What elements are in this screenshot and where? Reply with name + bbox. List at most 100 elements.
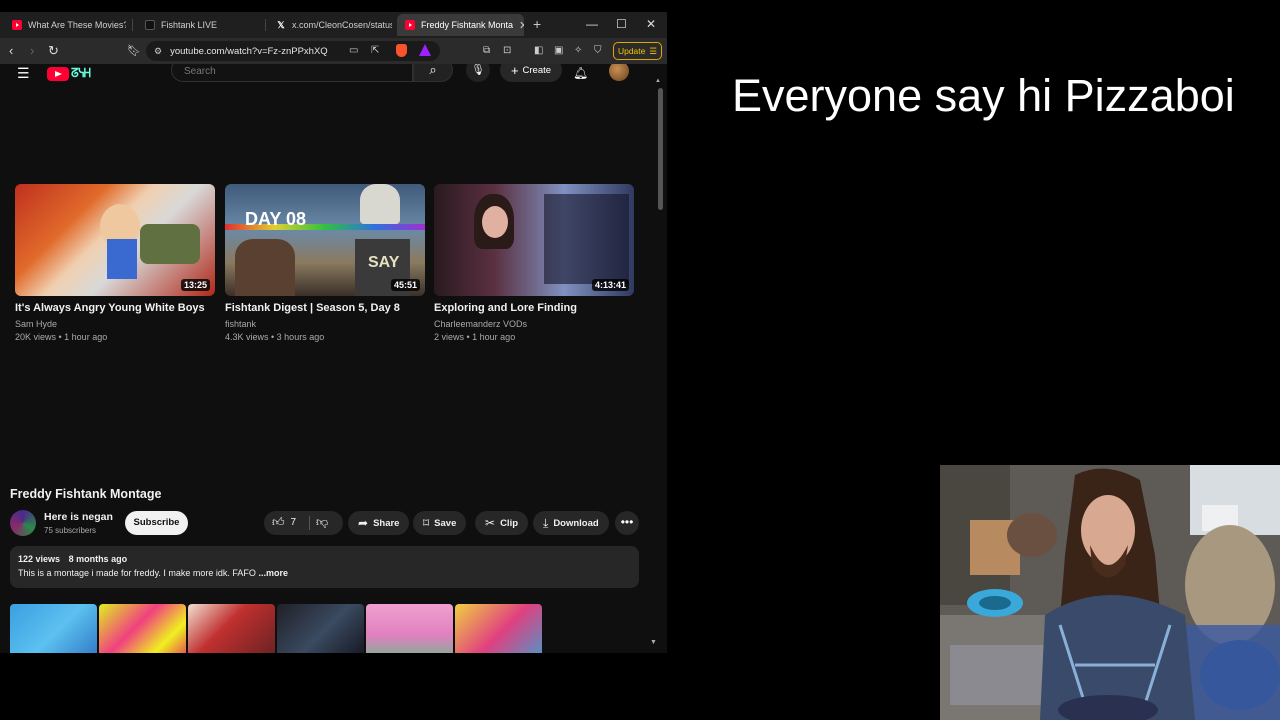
channel-name[interactable]: Charleemanderz VODs bbox=[434, 318, 634, 331]
scrollbar-thumb[interactable] bbox=[658, 88, 663, 210]
thumbnail-art bbox=[482, 206, 508, 238]
related-thumbnail[interactable] bbox=[277, 604, 364, 653]
youtube-icon bbox=[12, 20, 22, 30]
video-thumbnail[interactable]: 13:25 bbox=[15, 184, 215, 296]
notifications-bell-icon[interactable]: 🔔︎ bbox=[573, 66, 588, 80]
thumbnail-art bbox=[235, 239, 295, 296]
download-label: Download bbox=[553, 517, 599, 529]
video-meta: 20K views • 1 hour ago bbox=[15, 332, 108, 342]
channel-name[interactable]: fishtank bbox=[225, 318, 425, 331]
create-label: Create bbox=[522, 64, 552, 76]
tab-divider bbox=[132, 19, 133, 31]
url-text: youtube.com/watch?v=Fz-znPPxhXQ bbox=[170, 45, 328, 57]
like-divider bbox=[309, 516, 310, 530]
update-label: Update bbox=[617, 46, 646, 56]
video-card[interactable]: 4:13:41 Exploring and Lore Finding Charl… bbox=[434, 184, 634, 344]
tab-fishtank-live[interactable]: Fishtank LIVE bbox=[137, 14, 259, 36]
cast-icon[interactable]: ▭ bbox=[349, 45, 358, 56]
wallet-icon[interactable]: ▣ bbox=[554, 45, 563, 56]
video-meta: 2 views • 1 hour ago bbox=[434, 332, 516, 342]
close-tab-icon[interactable]: ✕ bbox=[519, 19, 524, 32]
show-more-link[interactable]: ...more bbox=[258, 568, 288, 578]
video-title[interactable]: It's Always Angry Young White Boys bbox=[15, 302, 215, 314]
x-icon: 𝕏 bbox=[277, 20, 285, 30]
extensions-icon[interactable]: ⧉ bbox=[483, 45, 490, 56]
tab-x-status[interactable]: 𝕏 x.com/CleonCosen/status/1 bbox=[268, 14, 392, 36]
more-actions-icon[interactable]: ••• bbox=[615, 511, 639, 535]
channel-name[interactable]: Here is negan bbox=[44, 511, 113, 523]
share-icon: ➦ bbox=[358, 516, 369, 530]
back-icon[interactable]: ‹ bbox=[9, 43, 13, 59]
related-thumbnail[interactable] bbox=[188, 604, 275, 653]
youtube-masthead: ☰ ᘔᓭᕼ Search ⌕ 🎙︎ + Create 🔔︎ bbox=[0, 64, 652, 88]
hamburger-menu-icon[interactable]: ☰ bbox=[17, 65, 30, 82]
tab-what-are-these-movies[interactable]: What Are These Movies?!? / bbox=[4, 14, 126, 36]
related-thumbnail[interactable] bbox=[10, 604, 97, 653]
forward-icon[interactable]: › bbox=[30, 43, 34, 59]
brave-rewards-icon[interactable] bbox=[419, 44, 431, 56]
channel-avatar[interactable] bbox=[10, 510, 36, 536]
scroll-down-icon[interactable]: ▼ bbox=[650, 639, 657, 646]
brave-shields-icon[interactable] bbox=[396, 44, 407, 57]
maximize-icon[interactable]: ☐ bbox=[616, 17, 627, 31]
update-button[interactable]: Update ☰ bbox=[613, 42, 662, 60]
video-card[interactable]: 13:25 It's Always Angry Young White Boys… bbox=[15, 184, 215, 344]
sidebar-icon[interactable]: ◧ bbox=[534, 45, 543, 56]
related-thumbnail[interactable] bbox=[366, 604, 453, 653]
subscribe-button[interactable]: Subscribe bbox=[125, 511, 188, 535]
bookmark-icon: ⌑ bbox=[423, 516, 430, 530]
share-button[interactable]: ➦ Share bbox=[348, 511, 410, 535]
subscriber-count: 75 subscribers bbox=[44, 526, 97, 535]
clip-label: Clip bbox=[500, 517, 519, 529]
youtube-doodle-icon: ᘔᓭᕼ bbox=[71, 66, 91, 80]
clip-button[interactable]: ✂ Clip bbox=[475, 511, 529, 535]
related-thumbnail[interactable] bbox=[99, 604, 186, 653]
video-title[interactable]: Fishtank Digest | Season 5, Day 8 bbox=[225, 302, 425, 314]
share-page-icon[interactable]: ⇱ bbox=[371, 45, 379, 56]
like-dislike-group: 👍︎ 7 👎︎ bbox=[264, 511, 343, 535]
thumbnail-art bbox=[360, 184, 400, 224]
description-text: This is a montage i made for freddy. I m… bbox=[18, 568, 256, 578]
webcam-feed bbox=[940, 465, 1280, 720]
site-settings-icon[interactable]: ⚙︎ bbox=[154, 46, 162, 57]
related-thumbnail[interactable] bbox=[455, 604, 542, 653]
video-thumbnail[interactable]: DAY 08 SAY 45:51 bbox=[225, 184, 425, 296]
channel-name[interactable]: Sam Hyde bbox=[15, 318, 215, 331]
video-title[interactable]: Exploring and Lore Finding bbox=[434, 302, 634, 314]
bookmark-icon[interactable]: 🔖︎ bbox=[127, 43, 141, 59]
video-thumbnail[interactable]: 4:13:41 bbox=[434, 184, 634, 296]
save-button[interactable]: ⌑ Save bbox=[413, 511, 467, 535]
close-window-icon[interactable]: ✕ bbox=[646, 17, 656, 31]
reload-icon[interactable]: ↻ bbox=[48, 43, 59, 59]
description-box[interactable]: 122 views 8 months ago This is a montage… bbox=[10, 546, 639, 588]
tab-title: Freddy Fishtank Monta bbox=[421, 20, 514, 30]
screenshot-icon[interactable]: ⊡ bbox=[503, 45, 511, 56]
video-title: Freddy Fishtank Montage bbox=[10, 487, 162, 501]
thumbnail-art bbox=[544, 194, 629, 284]
like-button[interactable]: 👍︎ 7 bbox=[272, 515, 296, 530]
thumbnail-text: DAY 08 bbox=[245, 209, 307, 229]
microphone-icon[interactable]: 🎙︎ bbox=[466, 64, 490, 82]
video-card[interactable]: DAY 08 SAY 45:51 Fishtank Digest | Seaso… bbox=[225, 184, 425, 344]
account-avatar[interactable] bbox=[609, 64, 629, 81]
scroll-up-icon[interactable]: ▲ bbox=[655, 78, 661, 84]
create-button[interactable]: + Create bbox=[500, 64, 562, 82]
tab-title: Fishtank LIVE bbox=[161, 20, 218, 30]
save-label: Save bbox=[434, 517, 457, 529]
leo-ai-icon[interactable]: ✧ bbox=[574, 45, 582, 56]
minimize-icon[interactable]: — bbox=[586, 17, 598, 31]
thumbs-down-icon[interactable]: 👎︎ bbox=[316, 515, 328, 530]
stream-overlay-text: Everyone say hi Pizzaboi bbox=[732, 70, 1235, 121]
new-tab-icon[interactable]: + bbox=[533, 16, 541, 32]
menu-icon: ☰ bbox=[649, 45, 658, 56]
search-input[interactable]: Search bbox=[171, 64, 413, 82]
page-scrollbar[interactable]: ▲ bbox=[652, 76, 667, 653]
tab-freddy-fishtank-montage[interactable]: Freddy Fishtank Monta ✕ bbox=[397, 14, 524, 36]
tab-divider bbox=[265, 19, 266, 31]
screen: What Are These Movies?!? / Fishtank LIVE… bbox=[0, 0, 1280, 720]
vpn-icon[interactable]: ⛉ bbox=[594, 45, 602, 56]
download-button[interactable]: ⤓ Download bbox=[533, 511, 609, 535]
youtube-logo-icon[interactable] bbox=[47, 67, 69, 81]
search-icon[interactable]: ⌕ bbox=[413, 64, 453, 82]
thumbnail-art bbox=[107, 239, 137, 279]
